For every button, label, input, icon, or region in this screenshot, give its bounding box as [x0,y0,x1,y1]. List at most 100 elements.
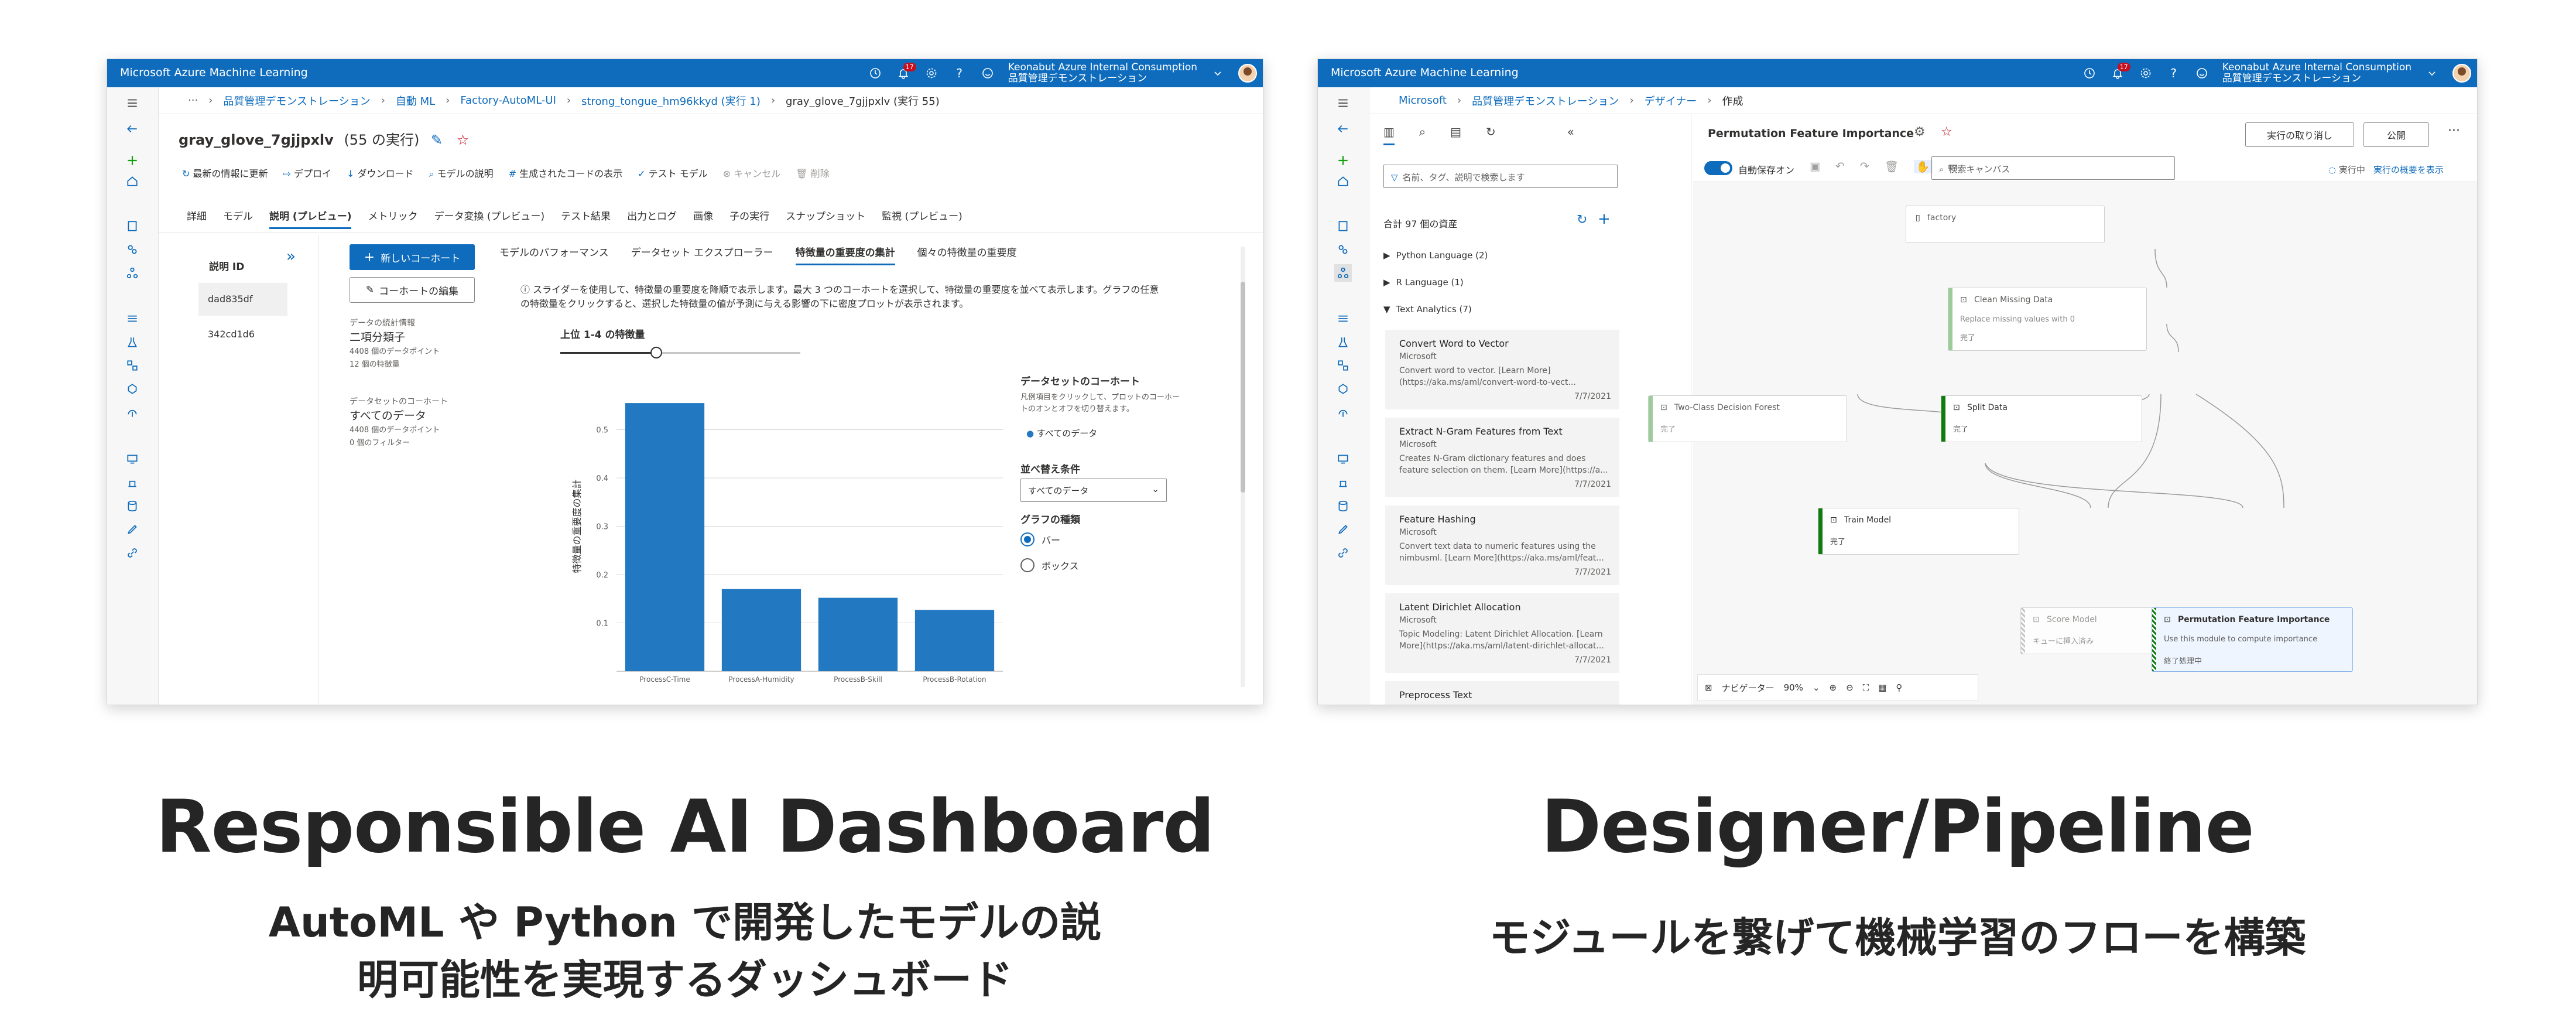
pipeline-node-train-model[interactable]: ⊡ Train Model 完了 [1818,508,2019,555]
bell-icon[interactable]: 17 [896,63,916,81]
automl-icon[interactable] [1334,241,1352,258]
tab-monitoring[interactable]: 監視 (プレビュー) [882,208,962,229]
view-run-summary-link[interactable]: 実行の概要を表示 [2373,165,2444,175]
settings-icon[interactable]: ⚙ [1914,125,1926,139]
linked-services-icon[interactable] [124,544,141,562]
sort-dropdown[interactable]: すべてのデータ ⌄ [1020,479,1167,502]
more-icon[interactable]: ··· [2448,124,2460,138]
download-button[interactable]: ↓ ダウンロード [347,166,414,180]
smiley-icon[interactable] [980,66,995,81]
account-info[interactable]: Keonabut Azure Internal Consumption 品質管理デ… [2222,62,2411,84]
back-icon[interactable] [1334,120,1352,138]
tab-snapshot[interactable]: スナップショット [786,208,865,229]
labeling-icon[interactable] [1334,521,1352,538]
chevron-down-icon[interactable] [2424,66,2440,81]
tab-images[interactable]: 画像 [693,208,713,229]
search-icon[interactable]: ⌕ [1419,125,1426,145]
avatar[interactable] [2452,64,2471,83]
asset-card[interactable]: Preprocess Text [1385,681,1619,705]
slider-thumb[interactable] [650,347,662,358]
zoom-level[interactable]: 90% [1784,682,1803,693]
graph-type-box[interactable]: ボックス [1020,558,1079,572]
view-code-button[interactable]: # 生成されたコードの表示 [509,166,623,180]
breadcrumb-automl[interactable]: 自動 ML [396,93,435,108]
tab-models[interactable]: モデル [223,208,253,229]
datastores-icon[interactable] [1334,497,1352,515]
delete-icon[interactable]: 🗑 [1885,160,1899,173]
smiley-icon[interactable] [2194,66,2210,81]
datasets-icon[interactable] [1334,310,1352,327]
save-icon[interactable]: ▣ [1810,160,1820,173]
edit-cohort-button[interactable]: ✎ コーホートの編集 [350,277,475,303]
pipeline-node-split-data[interactable]: ⊡ Split Data 完了 [1941,395,2142,442]
breadcrumb-experiment[interactable]: Factory-AutoML-UI [460,94,556,107]
asset-card[interactable]: Convert Word to Vector Microsoft Convert… [1385,330,1619,409]
favorite-star-icon[interactable]: ☆ [457,132,470,148]
linked-services-icon[interactable] [1334,544,1352,562]
datastores-icon[interactable] [124,497,141,515]
explanation-id-2[interactable]: 342cd1d6 [208,329,255,340]
tab-explanations[interactable]: 説明 (プレビュー) [269,208,352,229]
compute-icon[interactable] [124,450,141,468]
explanation-id-1[interactable]: dad835df [208,293,252,305]
deploy-button[interactable]: ⇨ デプロイ [283,166,332,180]
breadcrumb-workspace[interactable]: 品質管理デモンストレーション [1472,93,1619,108]
pipeline-node-permutation-feature-importance[interactable]: ⊡ Permutation Feature Importance Use thi… [2152,607,2353,672]
publish-button[interactable]: 公開 [2363,122,2429,147]
automl-icon[interactable] [124,241,141,258]
home-icon[interactable] [1334,172,1352,190]
category-python[interactable]: ▶ Python Language (2) [1383,250,1488,261]
details-icon[interactable]: ▤ [1450,125,1461,145]
account-info[interactable]: Keonabut Azure Internal Consumption 品質管理デ… [1008,62,1197,84]
labeling-icon[interactable] [124,521,141,538]
gear-icon[interactable] [2138,66,2153,81]
experiments-icon[interactable] [124,333,141,351]
hand-pan-icon[interactable]: ✋ [1913,160,1933,173]
refresh-icon[interactable]: ↻ [1486,125,1496,145]
auto-layout-icon[interactable]: ⚲ [1896,682,1902,693]
pipeline-node-clean-missing-data[interactable]: ⊡ Clean Missing Data Replace missing val… [1948,288,2147,351]
cancel-button[interactable]: ⊗ キャンセル [723,166,781,180]
help-icon[interactable]: ? [2166,66,2181,81]
library-icon[interactable]: ▥ [1383,125,1395,145]
asset-card[interactable]: Extract N-Gram Features from Text Micros… [1385,418,1619,497]
pipelines-icon[interactable] [1334,357,1352,374]
datasets-icon[interactable] [124,310,141,327]
explain-model-button[interactable]: ⌕ モデルの説明 [429,166,494,180]
asset-card[interactable]: Feature Hashing Microsoft Convert text d… [1385,505,1619,585]
refresh-button[interactable]: ↻ 最新の情報に更新 [182,166,268,180]
breadcrumb-designer[interactable]: デザイナー [1645,93,1697,108]
collapse-chevron-icon[interactable]: » [286,248,296,265]
compute-icon[interactable] [1334,450,1352,468]
favorite-star-icon[interactable]: ☆ [1941,125,1952,139]
new-cohort-button[interactable]: + 新しいコーホート [350,244,475,270]
delete-button[interactable]: 🗑 削除 [796,166,829,180]
hamburger-icon[interactable] [1334,94,1352,112]
pipeline-node-two-class-decision-forest[interactable]: ⊡ Two-Class Decision Forest 完了 [1648,395,1847,442]
redo-icon[interactable]: ↷ [1860,160,1869,173]
avatar[interactable] [1238,64,1257,83]
pipelines-icon[interactable] [124,357,141,374]
plus-icon[interactable] [1334,152,1352,169]
breadcrumb-parent-run[interactable]: strong_tongue_hm96kkyd (実行 1) [581,93,761,108]
legend-item-all-data[interactable]: ● すべてのデータ [1026,427,1097,439]
tab-outputs-logs[interactable]: 出力とログ [627,208,677,229]
models-icon[interactable] [1334,380,1352,398]
edit-icon[interactable]: ✎ [431,132,443,148]
top-k-slider[interactable] [560,347,800,358]
designer-icon[interactable] [1334,264,1352,282]
zoom-out-icon[interactable]: ⊖ [1846,682,1854,693]
bell-icon[interactable]: 17 [2110,63,2130,81]
subtab-individual-importance[interactable]: 個々の特徴量の重要度 [917,244,1017,265]
environments-icon[interactable] [124,474,141,491]
canvas-search-input[interactable]: ⌕ 検索キャンバス [1931,156,2175,180]
tab-child-runs[interactable]: 子の実行 [729,208,769,229]
category-r[interactable]: ▶ R Language (1) [1383,277,1464,288]
chevron-down-icon[interactable]: ⌄ [1813,682,1820,693]
breadcrumb-workspace[interactable]: 品質管理デモンストレーション [223,93,370,108]
clock-icon[interactable] [868,66,883,81]
gear-icon[interactable] [924,66,939,81]
chevron-down-icon[interactable] [1210,66,1225,81]
pipeline-node-factory[interactable]: ▯ factory [1906,206,2105,243]
tab-details[interactable]: 詳細 [187,208,207,229]
